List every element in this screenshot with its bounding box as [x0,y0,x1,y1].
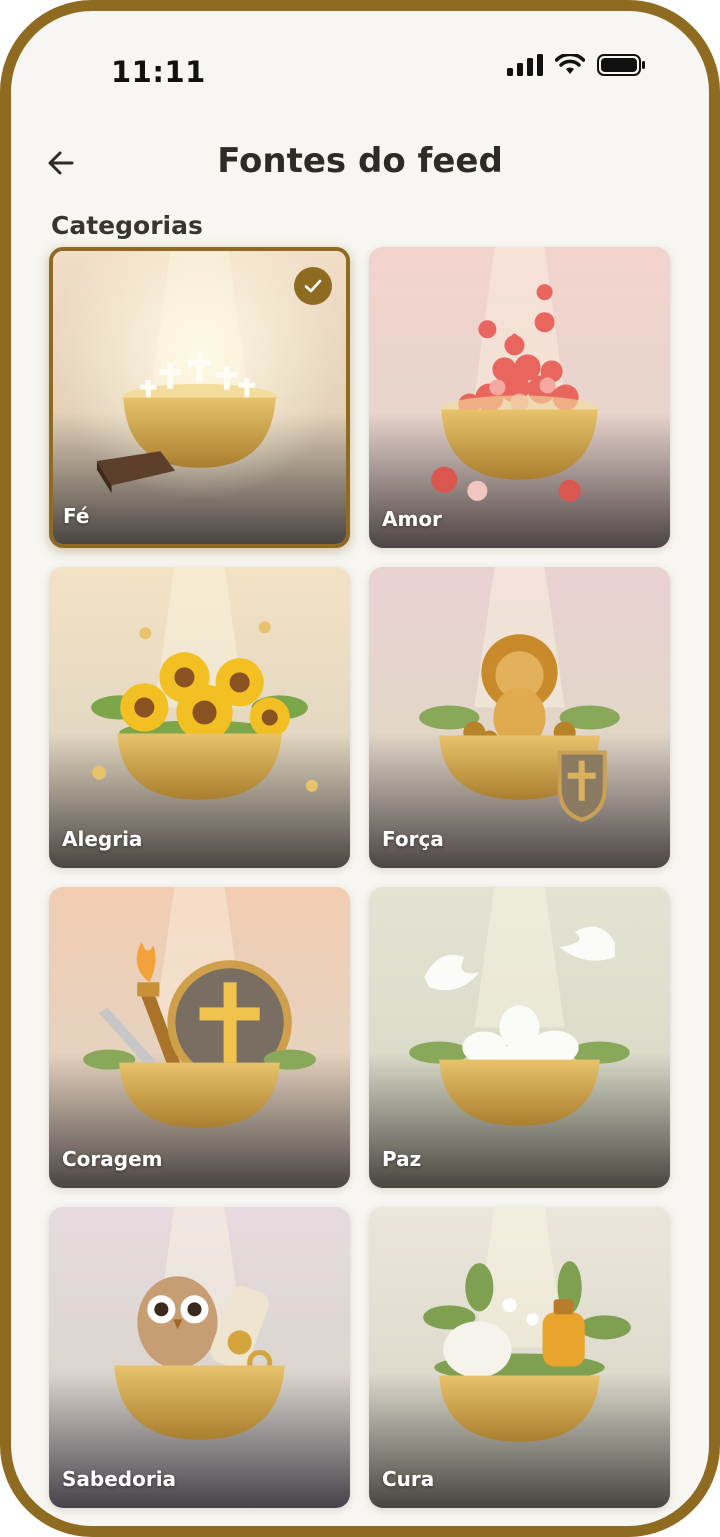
status-time: 11:11 [111,55,206,89]
header: Fontes do feed [11,131,709,201]
category-card-paz[interactable]: Paz [369,887,670,1188]
category-label: Sabedoria [62,1467,177,1491]
cura-illustration [369,1207,670,1508]
category-label: Paz [382,1147,422,1171]
sabedoria-illustration [49,1207,350,1508]
forca-illustration [369,567,670,868]
checkmark-icon [304,279,322,293]
coragem-illustration [49,887,350,1188]
category-label: Cura [382,1467,435,1491]
page-title: Fontes do feed [217,141,503,181]
wifi-icon [555,54,585,74]
category-card-coragem[interactable]: Coragem [49,887,350,1188]
amor-illustration [369,247,670,548]
selected-check-badge [294,267,332,305]
category-card-amor[interactable]: Amor [369,247,670,548]
category-card-sabedoria[interactable]: Sabedoria [49,1207,350,1508]
category-label: Coragem [62,1147,163,1171]
category-card-fe[interactable]: Fé [49,247,350,548]
category-label: Fé [63,504,90,528]
category-label: Amor [382,507,442,531]
category-card-forca[interactable]: Força [369,567,670,868]
section-label-categories: Categorias [51,211,203,240]
signal-icon [507,54,543,76]
phone-frame: 11:11 Fontes do feed Categorias Fé Amor … [0,0,720,1537]
alegria-illustration [49,567,350,868]
status-bar: 11:11 [11,11,709,121]
category-card-cura[interactable]: Cura [369,1207,670,1508]
category-card-alegria[interactable]: Alegria [49,567,350,868]
category-label: Alegria [62,827,143,851]
category-label: Força [382,827,444,851]
status-icons [507,53,647,77]
paz-illustration [369,887,670,1188]
battery-icon [597,54,645,76]
